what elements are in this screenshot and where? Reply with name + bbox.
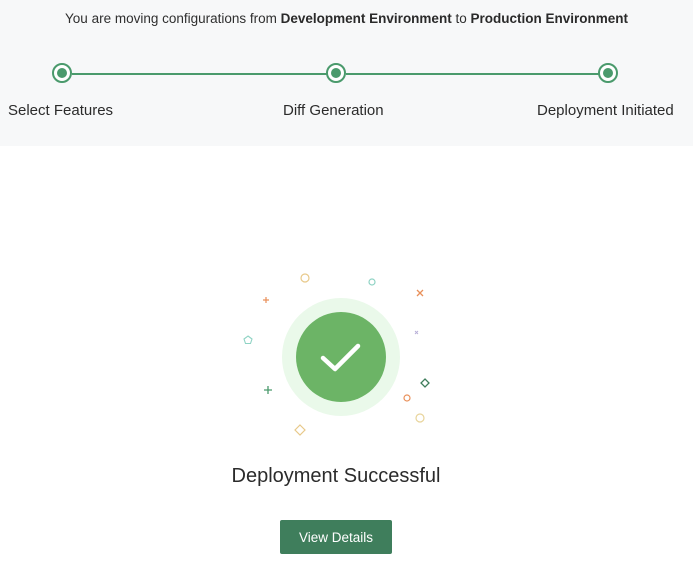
wizard-header: You are moving configurations from Devel…	[0, 0, 693, 146]
subtitle-mid: to	[451, 11, 471, 26]
confetti-circle-icon	[403, 394, 411, 402]
subtitle-prefix: You are moving configurations from	[65, 11, 281, 26]
check-icon	[320, 343, 361, 372]
step-indicator-select-features	[52, 63, 72, 83]
move-description: You are moving configurations from Devel…	[0, 11, 693, 26]
step-label-select-features: Select Features	[8, 102, 114, 119]
step-indicator-diff-generation	[326, 63, 346, 83]
source-environment: Development Environment	[280, 11, 452, 26]
confetti-plus-icon	[264, 386, 272, 394]
target-environment: Production Environment	[470, 11, 628, 26]
stepper-connector-2	[346, 73, 600, 75]
success-icon-circle	[296, 312, 386, 402]
confetti-circle-icon	[415, 413, 425, 423]
deployment-status-title: Deployment Successful	[231, 465, 441, 487]
confetti-pentagon-icon	[243, 335, 253, 345]
confetti-cross-icon	[416, 289, 424, 297]
view-details-button[interactable]: View Details	[280, 520, 392, 554]
stepper-connector-1	[72, 73, 328, 75]
confetti-diamond-icon	[294, 424, 306, 436]
confetti-circle-icon	[368, 278, 376, 286]
confetti-circle-icon	[300, 273, 310, 283]
step-label-diff-generation: Diff Generation	[283, 102, 384, 119]
step-label-deployment-initiated: Deployment Initiated	[537, 102, 674, 119]
step-indicator-deployment-initiated	[598, 63, 618, 83]
confetti-diamond-icon	[420, 378, 430, 388]
confetti-plus-icon	[263, 297, 269, 303]
confetti-cross-icon	[414, 330, 419, 335]
